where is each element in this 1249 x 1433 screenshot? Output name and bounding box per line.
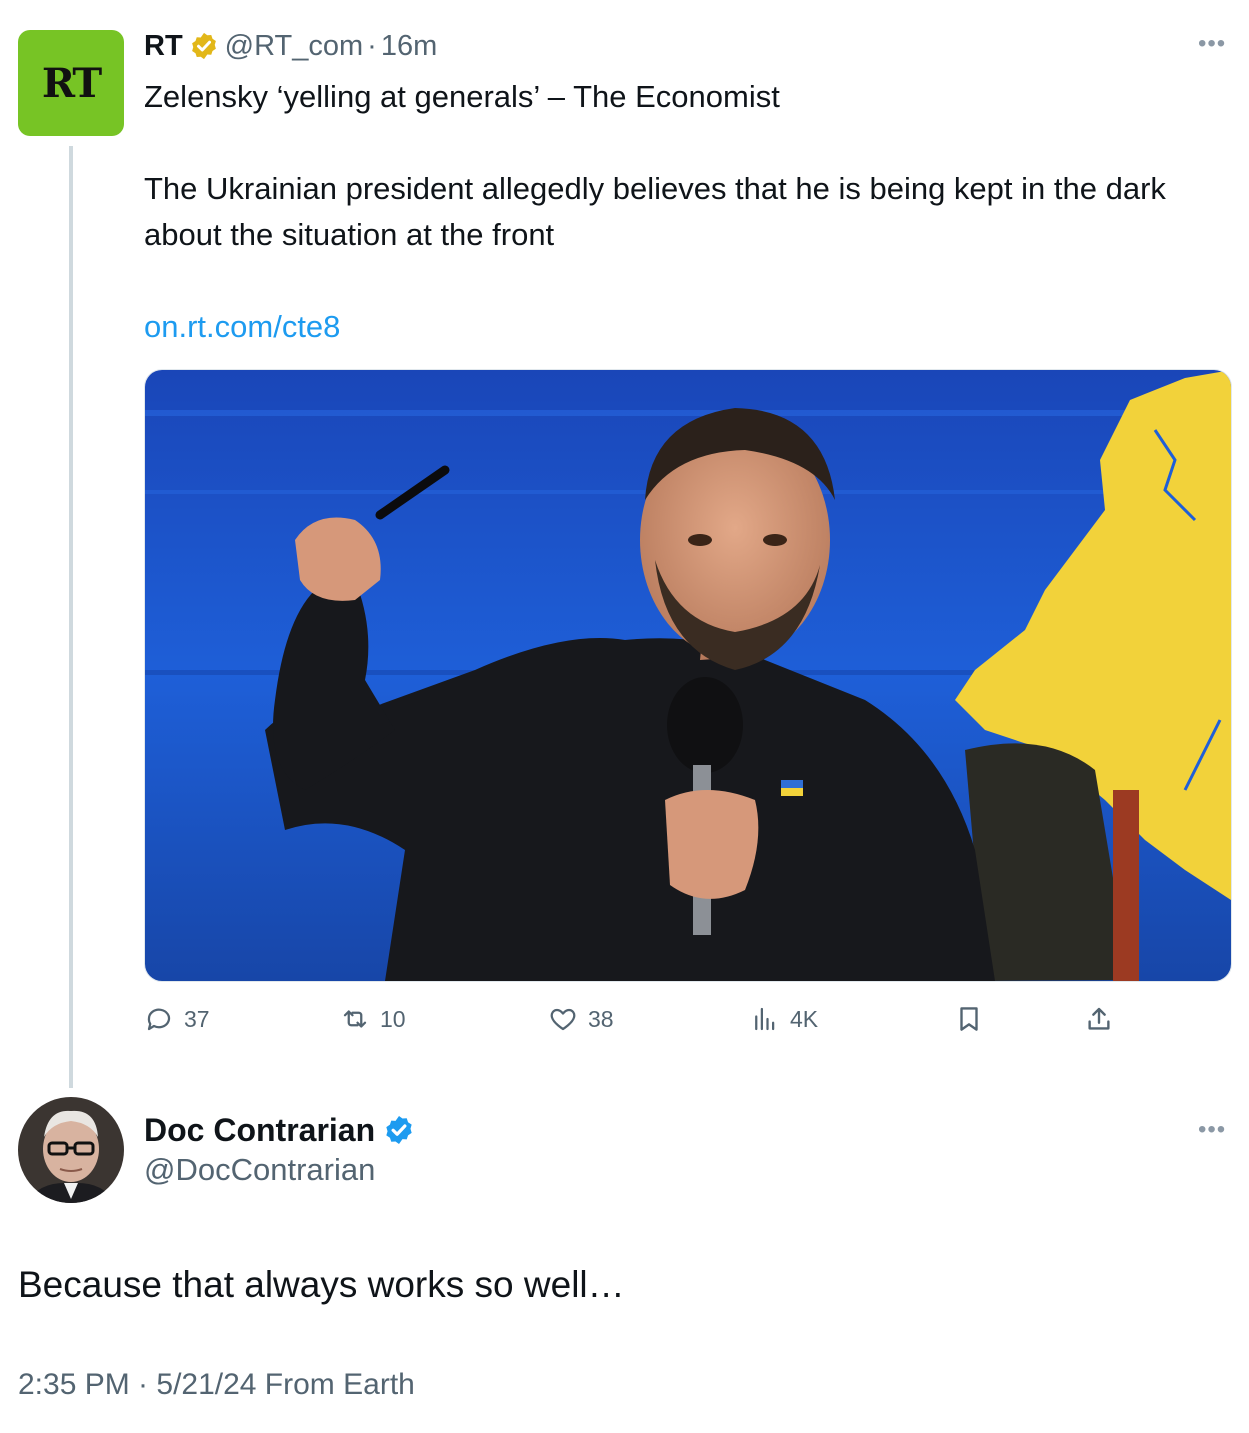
verified-gold-badge-icon — [191, 32, 216, 60]
tweet-body: The Ukrainian president allegedly believ… — [144, 171, 1166, 252]
media-illustration — [145, 370, 1231, 981]
tweet-link[interactable]: on.rt.com/cte8 — [144, 309, 340, 344]
avatar-portrait — [18, 1097, 124, 1203]
bookmark-button[interactable] — [954, 996, 994, 1042]
reply-tweet-text: Because that always works so well… — [18, 1264, 625, 1305]
doc-avatar[interactable] — [18, 1097, 124, 1203]
more-horizontal-icon[interactable]: ••• — [1198, 30, 1226, 58]
reply-button[interactable]: 37 — [144, 996, 210, 1042]
repost-count: 10 — [380, 1005, 406, 1032]
share-icon — [1088, 1007, 1110, 1030]
like-button[interactable]: 38 — [548, 996, 614, 1042]
repost-button[interactable]: 10 — [340, 996, 406, 1042]
reply-icon — [147, 1008, 171, 1031]
author-name[interactable]: RT — [144, 30, 183, 63]
more-horizontal-icon[interactable]: ••• — [1198, 1116, 1226, 1144]
author-name[interactable]: Doc Contrarian — [144, 1112, 375, 1149]
tweet-action-bar: 37 10 38 4K — [144, 996, 1224, 1042]
rt-avatar[interactable]: RT — [18, 30, 124, 136]
verified-blue-badge-icon — [386, 1116, 412, 1144]
author-handle[interactable]: @RT_com — [225, 30, 364, 63]
heart-icon — [550, 1008, 576, 1031]
meta-separator: · — [367, 29, 377, 62]
tweet-timestamp[interactable]: 2:35 PM · 5/21/24 From Earth — [18, 1368, 415, 1402]
repost-icon — [343, 1010, 367, 1028]
tweet-media-image[interactable] — [144, 369, 1232, 982]
views-bar-chart-icon — [755, 1007, 775, 1031]
author-handle[interactable]: @DocContrarian — [144, 1152, 375, 1188]
reply-count: 37 — [184, 1005, 210, 1032]
reply-author-row: Doc Contrarian — [144, 1108, 415, 1152]
share-button[interactable] — [1084, 996, 1124, 1042]
parent-tweet-text: Zelensky ‘yelling at generals’ – The Eco… — [144, 74, 1224, 350]
rt-logo: RT — [41, 59, 102, 107]
parent-tweet-header: RT @RT_com · 16m — [144, 26, 437, 66]
like-count: 38 — [588, 1005, 614, 1032]
tweet-headline: Zelensky ‘yelling at generals’ – The Eco… — [144, 79, 780, 114]
bookmark-icon — [960, 1007, 978, 1031]
view-count: 4K — [790, 1005, 819, 1032]
tweet-time[interactable]: 16m — [381, 30, 437, 63]
views-button[interactable]: 4K — [750, 996, 818, 1042]
thread-connector-line — [69, 146, 73, 1088]
